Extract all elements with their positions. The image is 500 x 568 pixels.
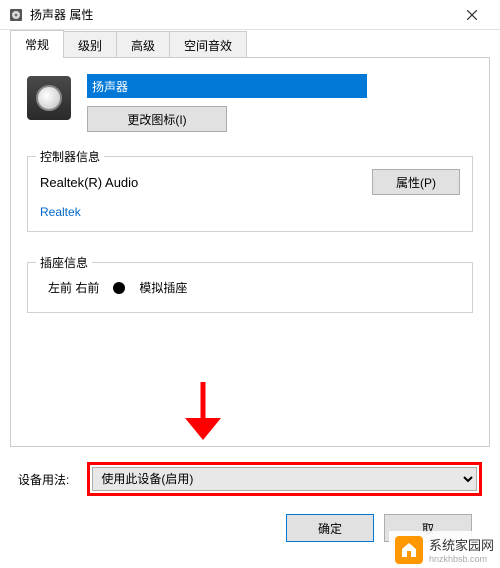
watermark: 系统家园网 hnzkhbsb.com	[389, 531, 500, 568]
jack-legend: 插座信息	[36, 254, 92, 271]
close-icon	[467, 10, 477, 20]
device-header: 更改图标(I)	[27, 74, 473, 132]
ok-button[interactable]: 确定	[286, 514, 374, 542]
device-name-input[interactable]	[87, 74, 367, 98]
tab-spatial[interactable]: 空间音效	[169, 31, 247, 59]
speaker-glyph-icon	[36, 85, 62, 111]
titlebar: 扬声器 属性	[0, 0, 500, 30]
controller-fieldset: 控制器信息 Realtek(R) Audio 属性(P) Realtek	[27, 156, 473, 232]
jack-fieldset: 插座信息 左前 右前 模拟插座	[27, 262, 473, 313]
jack-position: 左前 右前	[48, 279, 99, 296]
controller-name: Realtek(R) Audio	[40, 175, 138, 190]
watermark-url: hnzkhbsb.com	[429, 554, 494, 564]
tab-advanced[interactable]: 高级	[116, 31, 170, 59]
speaker-app-icon	[8, 7, 24, 23]
device-usage-select[interactable]: 使用此设备(启用)	[92, 467, 477, 491]
tab-bar: 常规 级别 高级 空间音效	[0, 30, 500, 58]
window-title: 扬声器 属性	[30, 6, 452, 23]
controller-properties-button[interactable]: 属性(P)	[372, 169, 460, 195]
jack-color-icon	[113, 282, 125, 294]
device-icon	[27, 76, 71, 120]
jack-type: 模拟插座	[139, 279, 187, 296]
close-button[interactable]	[452, 0, 492, 30]
highlight-box: 使用此设备(启用)	[87, 462, 482, 496]
tab-levels[interactable]: 级别	[63, 31, 117, 59]
change-icon-button[interactable]: 更改图标(I)	[87, 106, 227, 132]
usage-label: 设备用法:	[18, 471, 69, 488]
vendor-link[interactable]: Realtek	[40, 205, 81, 219]
tab-general[interactable]: 常规	[10, 30, 64, 58]
device-usage-row: 设备用法: 使用此设备(启用)	[18, 462, 482, 496]
tab-content-general: 更改图标(I) 控制器信息 Realtek(R) Audio 属性(P) Rea…	[10, 57, 490, 447]
controller-legend: 控制器信息	[36, 148, 104, 165]
watermark-brand: 系统家园网	[429, 535, 494, 554]
watermark-logo-icon	[395, 536, 423, 564]
